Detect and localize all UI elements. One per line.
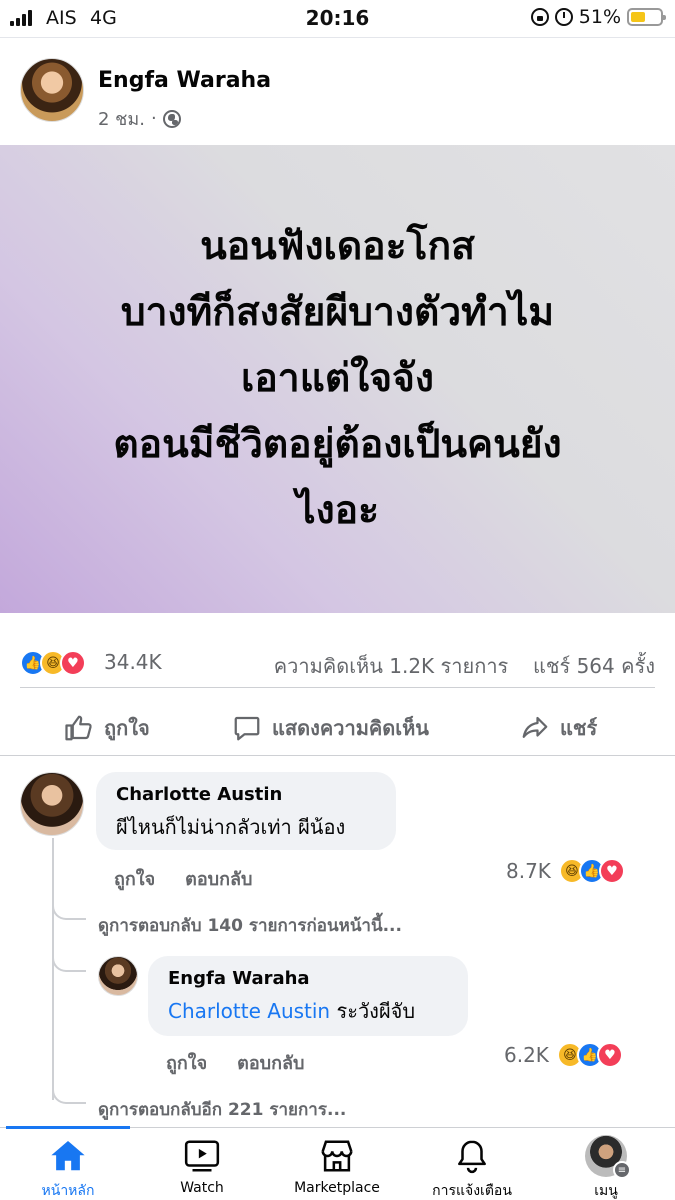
shares-count[interactable]: แชร์ 564 ครั้ง bbox=[533, 654, 655, 678]
post-header: Engfa Waraha 2 ชม. · bbox=[0, 38, 675, 144]
commenter-name[interactable]: Charlotte Austin bbox=[116, 784, 376, 805]
post-action-bar: ถูกใจ แสดงความคิดเห็น แชร์ bbox=[0, 700, 675, 756]
thumbs-up-icon bbox=[65, 715, 92, 741]
reaction-count[interactable]: 34.4K bbox=[104, 650, 162, 674]
post-text-line: บางทีก็สงสัยผีบางตัวทำไม bbox=[120, 290, 555, 335]
reactions-summary: 👍 😆 ♥ 34.4K ความคิดเห็น 1.2K รายการ แชร์… bbox=[20, 640, 655, 688]
post-text-line: นอนฟังเดอะโกส bbox=[200, 224, 475, 269]
comment-button[interactable]: แสดงความคิดเห็น bbox=[232, 712, 429, 744]
like-button-label: ถูกใจ bbox=[104, 716, 150, 740]
post-text-background: นอนฟังเดอะโกส บางทีก็สงสัยผีบางตัวทำไม เ… bbox=[0, 145, 675, 613]
bottom-tab-bar: หน้าหลัก Watch Marketplace การแจ้งเตือน … bbox=[0, 1126, 675, 1200]
menu-avatar: ≡ bbox=[585, 1135, 631, 1179]
replier-name[interactable]: Engfa Waraha bbox=[168, 968, 448, 989]
reply-reaction-count: 6.2K bbox=[504, 1043, 549, 1067]
tab-notifications-label: การแจ้งเตือน bbox=[432, 1183, 512, 1199]
thread-branch bbox=[52, 940, 86, 972]
thread-line bbox=[52, 838, 54, 1100]
bell-icon bbox=[458, 1140, 486, 1174]
share-button-label: แชร์ bbox=[560, 716, 598, 740]
tab-menu-label: เมนู bbox=[594, 1183, 618, 1199]
reply-text: ระวังผีจับ bbox=[336, 999, 416, 1023]
comment-reaction-count: 8.7K bbox=[506, 859, 551, 883]
reply-actions: ถูกใจ ตอบกลับ bbox=[166, 1048, 304, 1077]
status-bar: AIS 4G 20:16 51% bbox=[0, 0, 675, 38]
alarm-icon bbox=[554, 8, 573, 26]
comment-reply-button[interactable]: ตอบกลับ bbox=[185, 864, 252, 893]
comment-actions: ถูกใจ ตอบกลับ bbox=[114, 864, 252, 893]
love-reaction-icon: ♥ bbox=[598, 858, 625, 884]
tab-watch-label: Watch bbox=[180, 1180, 224, 1196]
tab-home[interactable]: หน้าหลัก bbox=[3, 1136, 133, 1200]
reply-reply-button[interactable]: ตอบกลับ bbox=[237, 1048, 304, 1077]
comment-icon bbox=[234, 716, 260, 741]
battery-percent: 51% bbox=[578, 6, 621, 28]
active-tab-indicator bbox=[6, 1126, 130, 1129]
view-more-replies-link[interactable]: ดูการตอบกลับอีก 221 รายการ... bbox=[98, 1096, 346, 1123]
watch-icon bbox=[184, 1140, 220, 1172]
orientation-lock-icon bbox=[530, 8, 549, 26]
thread-branch bbox=[52, 890, 86, 920]
reply-reactions[interactable]: 6.2K 😆 👍 ♥ bbox=[504, 1042, 623, 1068]
share-button[interactable]: แชร์ bbox=[520, 712, 597, 744]
meta-separator: · bbox=[150, 108, 157, 129]
comment-button-label: แสดงความคิดเห็น bbox=[272, 716, 429, 740]
post-text-line: ตอนมีชีวิตอยู่ต้องเป็นคนยัง bbox=[113, 422, 562, 467]
love-reaction-icon: ♥ bbox=[60, 650, 86, 676]
post-text-line: เอาแต่ใจจัง bbox=[241, 356, 434, 401]
reply-bubble: Engfa Waraha Charlotte Austin ระวังผีจับ bbox=[148, 956, 468, 1036]
tab-notifications[interactable]: การแจ้งเตือน bbox=[407, 1136, 537, 1200]
replier-avatar[interactable] bbox=[98, 956, 138, 996]
tab-menu[interactable]: ≡ เมนู bbox=[541, 1135, 671, 1200]
comment-reactions[interactable]: 8.7K 😆 👍 ♥ bbox=[506, 858, 625, 884]
tab-marketplace[interactable]: Marketplace bbox=[272, 1136, 402, 1196]
post-author-name[interactable]: Engfa Waraha bbox=[98, 68, 271, 93]
love-reaction-icon: ♥ bbox=[596, 1042, 623, 1068]
thread-branch bbox=[52, 1080, 86, 1104]
post-time[interactable]: 2 ชม. bbox=[98, 104, 145, 133]
reaction-icons[interactable]: 👍 😆 ♥ bbox=[20, 650, 86, 676]
post-meta: 2 ชม. · bbox=[98, 104, 181, 133]
home-icon bbox=[51, 1140, 85, 1171]
tab-home-label: หน้าหลัก bbox=[41, 1183, 95, 1199]
comment-text: ผีไหนก็ไม่น่ากลัวเท่า ผีน้อง bbox=[116, 815, 346, 839]
post-text-line: ไงอะ bbox=[295, 488, 380, 533]
reply-mention[interactable]: Charlotte Austin bbox=[168, 999, 330, 1023]
globe-icon bbox=[162, 109, 181, 128]
tab-watch[interactable]: Watch bbox=[137, 1136, 267, 1196]
comment-bubble: Charlotte Austin ผีไหนก็ไม่น่ากลัวเท่า ผ… bbox=[96, 772, 396, 850]
tab-marketplace-label: Marketplace bbox=[294, 1180, 380, 1196]
marketplace-icon bbox=[321, 1140, 353, 1172]
share-icon bbox=[522, 716, 548, 738]
reply-like-button[interactable]: ถูกใจ bbox=[166, 1048, 207, 1077]
like-button[interactable]: ถูกใจ bbox=[64, 712, 150, 744]
view-previous-replies-link[interactable]: ดูการตอบกลับ 140 รายการก่อนหน้านี้... bbox=[98, 912, 402, 939]
author-avatar[interactable] bbox=[20, 58, 84, 122]
comments-count[interactable]: ความคิดเห็น 1.2K รายการ bbox=[274, 654, 509, 678]
commenter-avatar[interactable] bbox=[20, 772, 84, 836]
menu-lines-icon: ≡ bbox=[613, 1161, 631, 1179]
comment-like-button[interactable]: ถูกใจ bbox=[114, 864, 155, 893]
battery-icon bbox=[627, 8, 666, 26]
